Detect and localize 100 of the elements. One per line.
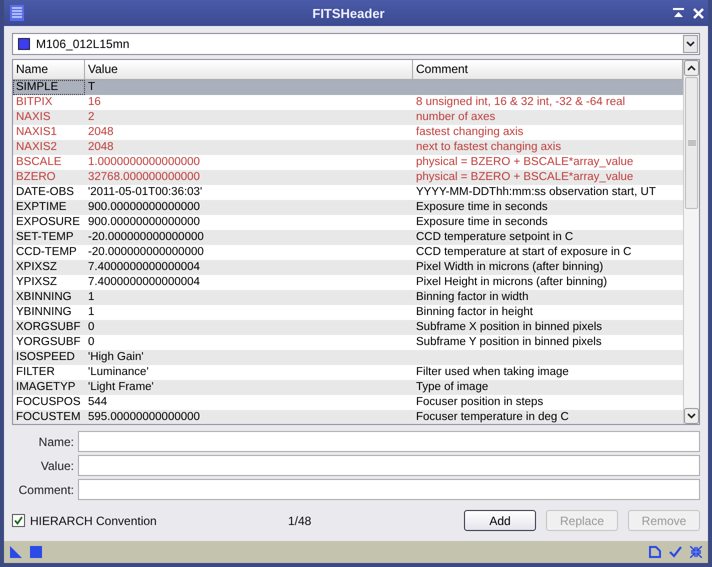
table-cell-text: NAXIS2 bbox=[15, 140, 58, 155]
table-cell-text: -20.000000000000000 bbox=[87, 245, 205, 260]
close-icon[interactable] bbox=[693, 8, 704, 18]
table-cell-text: FOCUSPOS bbox=[15, 395, 82, 410]
table-cell-text: 8 unsigned int, 16 & 32 int, -32 & -64 real bbox=[415, 95, 626, 110]
scroll-up-icon[interactable] bbox=[684, 60, 699, 76]
table-row[interactable]: ISOSPEED 'High Gain' bbox=[13, 350, 683, 365]
table-cell-text: 0 bbox=[87, 335, 96, 350]
table-cell-text: XPIXSZ bbox=[15, 260, 58, 275]
table-cell-text: -20.000000000000000 bbox=[87, 230, 205, 245]
table-cell-text: Binning factor in height bbox=[415, 305, 534, 320]
table-row[interactable]: IMAGETYP 'Light Frame' Type of image bbox=[13, 380, 683, 395]
table-cell-text: BZERO bbox=[15, 170, 57, 185]
table-cell-text: 1 bbox=[87, 290, 96, 305]
table-cell-text: IMAGETYP bbox=[15, 380, 76, 395]
action-button[interactable]: Add bbox=[464, 510, 536, 531]
scroll-down-icon[interactable] bbox=[684, 408, 699, 424]
table-cell-text: XBINNING bbox=[15, 290, 73, 305]
table-cell-text: 900.00000000000000 bbox=[87, 215, 201, 230]
table-cell-text: number of axes bbox=[415, 110, 496, 125]
table-cell-text: 1 bbox=[87, 305, 96, 320]
table-cell-text: Filter used when taking image bbox=[415, 365, 570, 380]
scroll-thumb[interactable] bbox=[685, 77, 698, 209]
triangle-icon[interactable] bbox=[10, 546, 22, 558]
scrollbar[interactable] bbox=[683, 60, 699, 424]
table-cell-text: CCD temperature at start of exposure in C bbox=[415, 245, 632, 260]
table-cell-text: next to fastest changing axis bbox=[415, 140, 562, 155]
table-cell-text: 16 bbox=[87, 95, 102, 110]
table-row[interactable]: BZERO 32768.000000000000 physical = BZERO + BSCALE*array_value bbox=[13, 170, 683, 185]
table-cell-text: Subframe Y position in binned pixels bbox=[415, 335, 603, 350]
table-cell-text: Pixel Height in microns (after binning) bbox=[415, 275, 608, 290]
table-row[interactable]: FOCUSTEM 595.00000000000000 Focuser temperature in deg C bbox=[13, 410, 683, 424]
field-label: Comment: bbox=[18, 482, 74, 496]
table-cell: SIMPLE bbox=[13, 80, 85, 95]
table-cell-text: '2011-05-01T00:36:03' bbox=[87, 185, 204, 200]
table-row[interactable]: XBINNING 1 Binning factor in width bbox=[13, 290, 683, 305]
checkbox-label[interactable]: HIERARCH Convention bbox=[30, 514, 157, 528]
selected-row[interactable]: SIMPLE T bbox=[13, 80, 683, 95]
table-row[interactable]: XORGSUBF 0 Subframe X position in binned pixels bbox=[13, 320, 683, 335]
input-field[interactable] bbox=[78, 479, 700, 500]
column-header[interactable]: Name bbox=[13, 60, 85, 79]
table-cell-text: 544 bbox=[87, 395, 108, 410]
shade-icon[interactable] bbox=[673, 8, 684, 18]
table-row[interactable]: NAXIS2 2048 next to fastest changing axis bbox=[13, 140, 683, 155]
table-row[interactable]: EXPTIME 900.00000000000000 Exposure time in seconds bbox=[13, 200, 683, 215]
table-cell-text: Type of image bbox=[415, 380, 490, 395]
input-field[interactable] bbox=[78, 455, 700, 476]
table-cell-text: 7.4000000000000004 bbox=[87, 260, 201, 275]
table-cell-text: DATE-OBS bbox=[15, 185, 75, 200]
table-row[interactable]: XPIXSZ 7.4000000000000004 Pixel Width in microns (after binning) bbox=[13, 260, 683, 275]
table-row[interactable]: SET-TEMP -20.000000000000000 CCD temperature setpoint in C bbox=[13, 230, 683, 245]
table-cell-text: SET-TEMP bbox=[15, 230, 75, 245]
checkmark-icon[interactable] bbox=[669, 546, 682, 558]
table-cell-text: 0 bbox=[87, 320, 96, 335]
table-cell-text: CCD temperature setpoint in C bbox=[415, 230, 574, 245]
table-cell-text: Focuser position in steps bbox=[415, 395, 544, 410]
table-cell-text: physical = BZERO + BSCALE*array_value bbox=[415, 170, 634, 185]
table-cell-text: YPIXSZ bbox=[15, 275, 58, 290]
table-cell-text: T bbox=[87, 80, 96, 95]
table-cell-text: 'Light Frame' bbox=[87, 380, 155, 395]
table-cell-text: fastest changing axis bbox=[415, 125, 524, 140]
table-cell-text: 32768.000000000000 bbox=[87, 170, 201, 185]
column-header[interactable]: Value bbox=[85, 60, 413, 79]
table-cell-text: YBINNING bbox=[15, 305, 73, 320]
record-counter: 1/48 bbox=[288, 514, 312, 528]
window-icon bbox=[10, 5, 24, 21]
table-cell-text: NAXIS1 bbox=[15, 125, 58, 140]
table-cell-text: 'High Gain' bbox=[87, 350, 145, 365]
table-cell-text: YORGSUBF bbox=[15, 335, 82, 350]
table-cell-text: FOCUSTEM bbox=[15, 410, 82, 424]
document-icon[interactable] bbox=[649, 546, 661, 558]
table-cell-text: ISOSPEED bbox=[15, 350, 76, 365]
table-cell-text: BITPIX bbox=[15, 95, 54, 110]
file-dropdown[interactable]: M106_012L15mn bbox=[12, 33, 700, 55]
table-cell-text: Exposure time in seconds bbox=[415, 215, 549, 230]
table-cell-text: EXPOSURE bbox=[15, 215, 81, 230]
table-cell-text: 595.00000000000000 bbox=[87, 410, 201, 424]
table-cell-text: 900.00000000000000 bbox=[87, 200, 201, 215]
table-cell-text: NAXIS bbox=[15, 110, 52, 125]
table-cell-text: 2048 bbox=[87, 140, 115, 155]
table-cell-text: 2 bbox=[87, 110, 96, 125]
table-cell-text: Subframe X position in binned pixels bbox=[415, 320, 604, 335]
collapse-icon[interactable] bbox=[690, 546, 702, 558]
table-cell-text: CCD-TEMP bbox=[15, 245, 78, 260]
input-field[interactable] bbox=[78, 431, 700, 452]
image-icon bbox=[18, 38, 30, 50]
table-cell-text: 7.4000000000000004 bbox=[87, 275, 201, 290]
table-cell-text: Exposure time in seconds bbox=[415, 200, 549, 215]
table-cell-text: 1.0000000000000000 bbox=[87, 155, 201, 170]
table-cell-text: 'Luminance' bbox=[87, 365, 150, 380]
field-label: Name: bbox=[38, 434, 74, 448]
checkbox[interactable] bbox=[12, 514, 25, 527]
table-cell-text: XORGSUBF bbox=[15, 320, 82, 335]
table-cell-text: Pixel Width in microns (after binning) bbox=[415, 260, 604, 275]
table-cell-text: 2048 bbox=[87, 125, 115, 140]
table-row[interactable]: NAXIS 2 number of axes bbox=[13, 110, 683, 125]
table-cell-text: EXPTIME bbox=[15, 200, 68, 215]
table-cell-text: YYYY-MM-DDThh:mm:ss observation start, UT bbox=[415, 185, 657, 200]
table-cell-text: Binning factor in width bbox=[415, 290, 530, 305]
field-label: Value: bbox=[40, 458, 74, 472]
